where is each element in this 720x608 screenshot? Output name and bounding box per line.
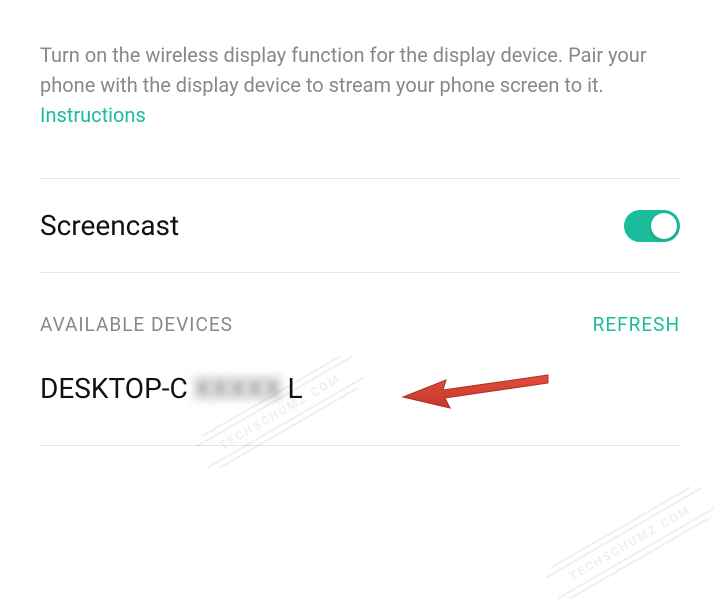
device-name-prefix: DESKTOP-C <box>40 372 188 405</box>
arrow-annotation-icon <box>398 360 558 420</box>
toggle-knob <box>651 213 677 239</box>
available-devices-header: AVAILABLE DEVICES REFRESH <box>40 273 680 354</box>
instructions-link[interactable]: Instructions <box>40 103 146 127</box>
screencast-row: Screencast TECHSCHUMZ.COM <box>40 179 680 272</box>
device-name: DESKTOP-CXXXXXL <box>40 372 303 405</box>
available-devices-label: AVAILABLE DEVICES <box>40 313 233 336</box>
device-name-suffix: L <box>287 372 302 405</box>
watermark: TECHSCHUMZ.COM <box>541 478 720 608</box>
screencast-title: Screencast <box>40 209 179 242</box>
wireless-display-description: Turn on the wireless display function fo… <box>40 40 680 130</box>
refresh-button[interactable]: REFRESH <box>593 313 680 336</box>
description-text: Turn on the wireless display function fo… <box>40 43 647 97</box>
divider <box>40 445 680 446</box>
device-item[interactable]: DESKTOP-CXXXXXL <box>40 354 680 445</box>
screencast-toggle[interactable] <box>624 210 680 242</box>
device-name-obscured: XXXXX <box>194 372 282 405</box>
